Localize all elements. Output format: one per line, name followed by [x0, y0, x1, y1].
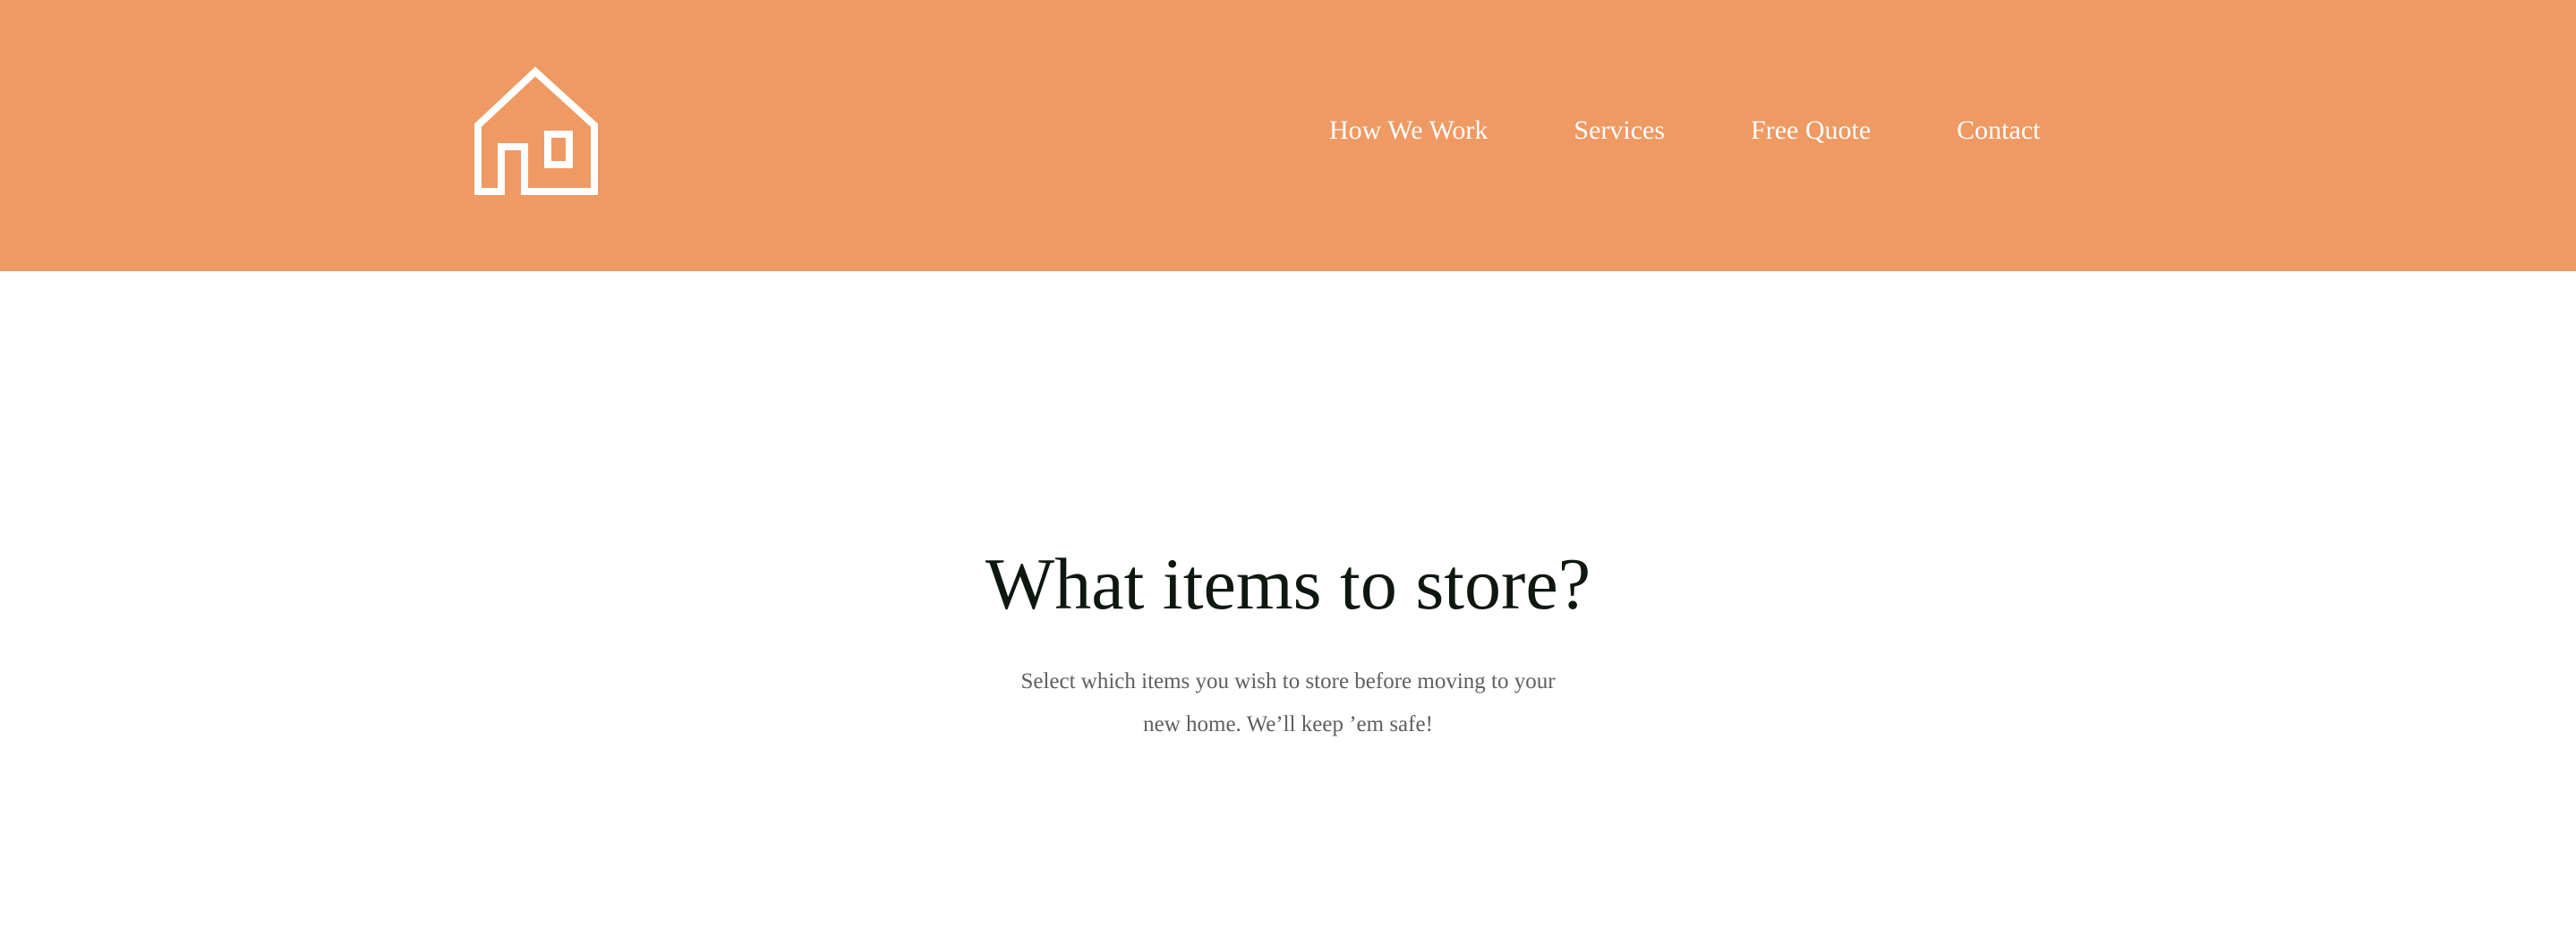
nav-services[interactable]: Services — [1574, 109, 1665, 152]
home-logo-link[interactable] — [473, 66, 603, 197]
house-icon — [474, 66, 598, 195]
nav-free-quote[interactable]: Free Quote — [1751, 109, 1871, 152]
page-subtitle: Select which items you wish to store bef… — [1020, 669, 1556, 736]
nav-how-we-work[interactable]: How We Work — [1329, 109, 1488, 152]
hero-section: What items to store? Select which items … — [0, 271, 2576, 927]
page-title: What items to store? — [985, 543, 1591, 625]
main-nav: How We Work Services Free Quote Contact — [1329, 109, 2040, 152]
site-header: How We Work Services Free Quote Contact — [0, 0, 2576, 271]
nav-contact[interactable]: Contact — [1957, 109, 2040, 152]
